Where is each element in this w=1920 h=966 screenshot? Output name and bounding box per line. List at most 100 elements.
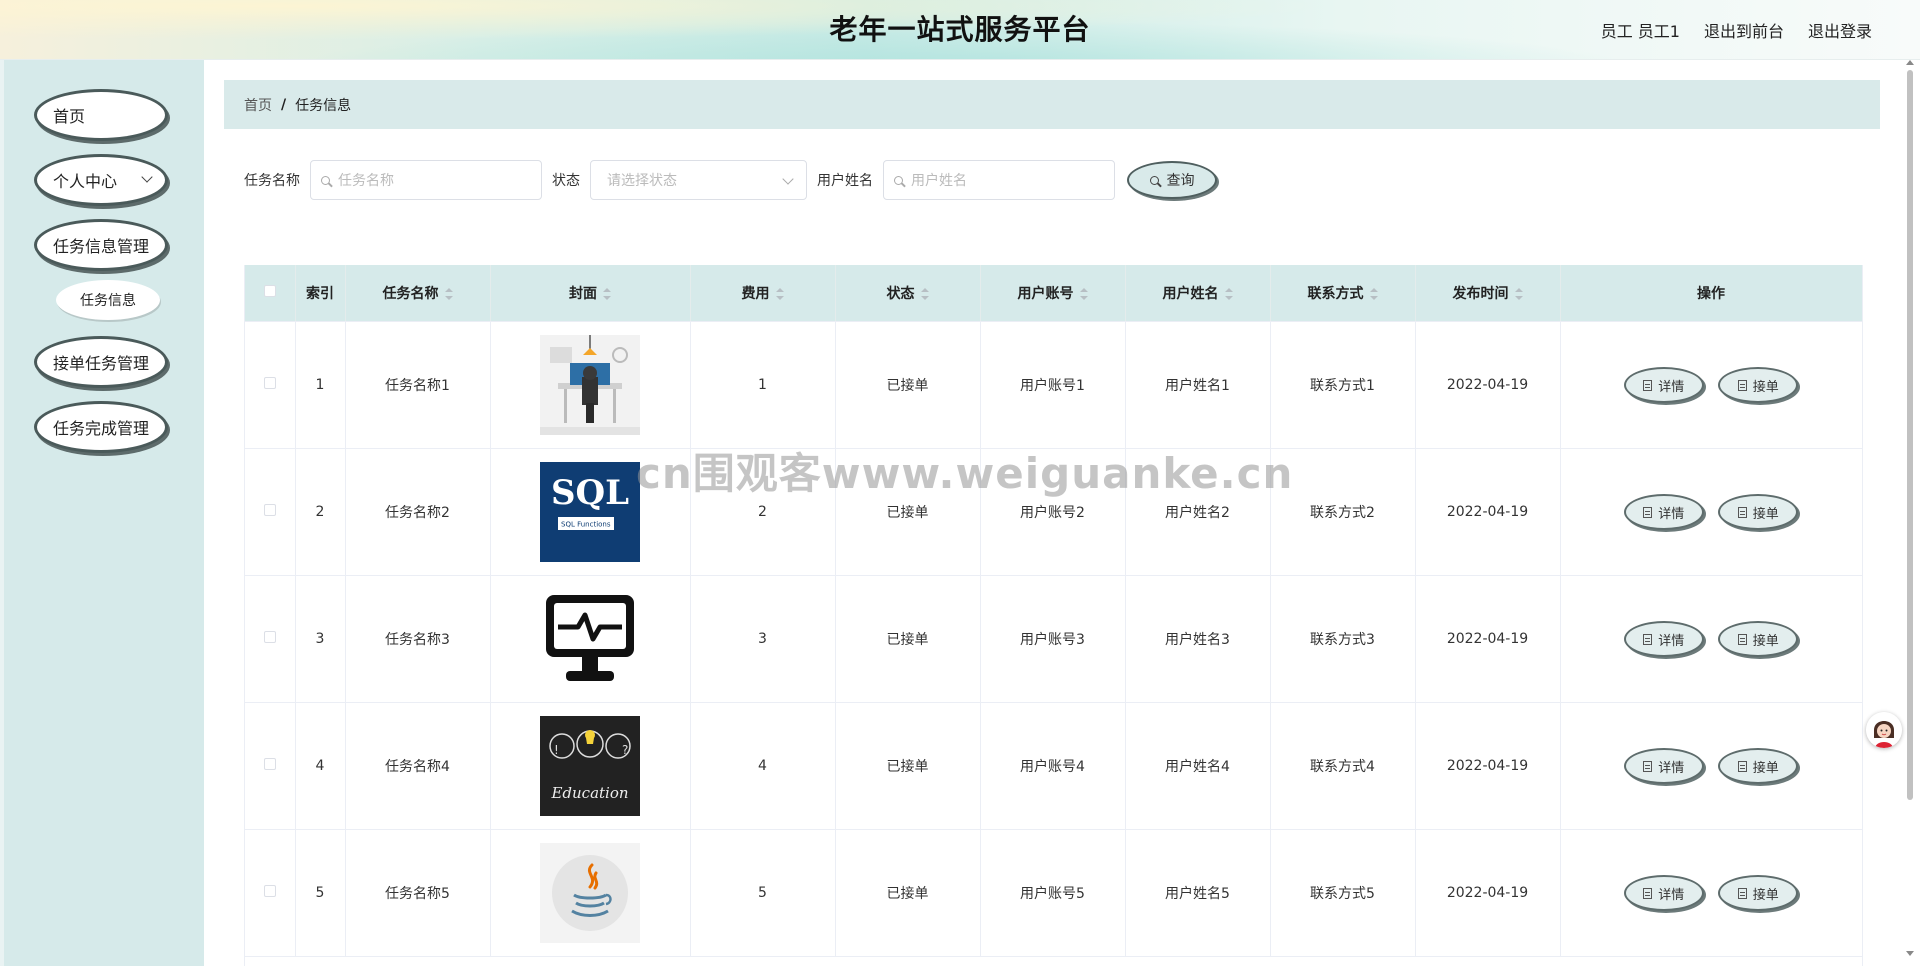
status-select[interactable]: 请选择状态: [590, 160, 807, 200]
task-name-input[interactable]: 任务名称: [310, 160, 542, 200]
cell-contact: 联系方式2: [1270, 448, 1416, 576]
detail-button[interactable]: 详情: [1623, 494, 1704, 530]
cell-cover: ! ? Education: [490, 702, 691, 830]
svg-text:!: !: [554, 743, 559, 757]
header-publish-time[interactable]: 发布时间: [1415, 265, 1561, 322]
back-to-front-link[interactable]: 退出到前台: [1704, 18, 1784, 42]
accept-button[interactable]: 接单: [1718, 621, 1799, 657]
education-chalkboard-image: ! ? Education: [540, 716, 640, 816]
detail-button[interactable]: 详情: [1623, 621, 1704, 657]
sidebar-subitem-task-info[interactable]: 任务信息: [56, 280, 160, 320]
cell-user-name: 用户姓名1: [1125, 321, 1271, 449]
education-cover-text: Education: [550, 784, 628, 802]
cell-fee: 5: [690, 829, 836, 957]
cell-status: 已接单: [835, 575, 981, 703]
task-table: 索引 任务名称 封面 费用 状态 用户账号 用户姓名 联系方式 发布时间 操作 …: [244, 265, 1863, 966]
accept-button[interactable]: 接单: [1718, 494, 1799, 530]
detail-button-label: 详情: [1658, 633, 1685, 649]
detail-button[interactable]: 详情: [1623, 875, 1704, 911]
sidebar-item-label: 任务信息: [80, 293, 136, 309]
row-checkbox[interactable]: [263, 377, 276, 389]
header-user-name[interactable]: 用户姓名: [1125, 265, 1271, 322]
cell-status: 已接单: [835, 829, 981, 957]
sort-icon[interactable]: [1224, 288, 1233, 300]
header-label: 用户姓名: [1162, 286, 1219, 302]
logout-link[interactable]: 退出登录: [1808, 18, 1872, 42]
cell-cover: [490, 321, 691, 449]
detail-button-label: 详情: [1658, 760, 1685, 776]
task-name-label: 任务名称: [244, 173, 300, 189]
sidebar-item-task-completion-management[interactable]: 任务完成管理: [34, 401, 168, 453]
document-icon: [1737, 379, 1747, 391]
sort-icon[interactable]: [1514, 288, 1523, 300]
sort-icon[interactable]: [1079, 288, 1088, 300]
row-checkbox[interactable]: [263, 504, 276, 516]
sidebar-item-label: 任务信息管理: [53, 237, 150, 256]
document-icon: [1643, 379, 1653, 391]
sort-icon[interactable]: [444, 288, 453, 300]
header-fee[interactable]: 费用: [690, 265, 836, 322]
detail-button[interactable]: 详情: [1623, 748, 1704, 784]
detail-button-label: 详情: [1658, 379, 1685, 395]
sidebar-item-personal-center[interactable]: 个人中心: [34, 154, 168, 206]
scroll-down-icon[interactable]: [1906, 951, 1914, 956]
header-label: 联系方式: [1307, 286, 1364, 302]
header-user-account[interactable]: 用户账号: [980, 265, 1126, 322]
header-label: 发布时间: [1452, 286, 1509, 302]
cell-task-name: 任务名称4: [345, 702, 491, 830]
breadcrumb: 首页 / 任务信息: [224, 80, 1880, 129]
chevron-down-icon: [782, 173, 794, 185]
table-row: 5 任务名称5 5 已接单 用户账号5 用户姓名5 联系方式5 2022-04-…: [245, 829, 1862, 957]
accept-button[interactable]: 接单: [1718, 748, 1799, 784]
sort-icon[interactable]: [1369, 288, 1378, 300]
header-label: 费用: [741, 286, 770, 302]
sql-cover-subtext: SQL Functions: [561, 521, 611, 529]
accept-button[interactable]: 接单: [1718, 875, 1799, 911]
sidebar-item-task-info-management[interactable]: 任务信息管理: [34, 219, 168, 271]
cell-publish-time: 2022-04-19: [1415, 702, 1561, 830]
accept-button[interactable]: 接单: [1718, 367, 1799, 403]
user-label: 员工 员工1: [1600, 22, 1680, 41]
query-button[interactable]: 查询: [1127, 161, 1217, 199]
select-all-cell: [245, 265, 296, 322]
detail-button[interactable]: 详情: [1623, 367, 1704, 403]
scrollbar-thumb[interactable]: [1907, 70, 1913, 800]
sidebar-item-accepted-task-management[interactable]: 接单任务管理: [34, 336, 168, 388]
cell-fee: 2: [690, 448, 836, 576]
row-checkbox[interactable]: [263, 885, 276, 897]
header-cover[interactable]: 封面: [490, 265, 691, 322]
task-name-placeholder: 任务名称: [338, 173, 394, 189]
table-row: 3 任务名称3 3 已接单 用户账号3 用户姓名3 联系方式3 2022-04-…: [245, 575, 1862, 703]
document-icon: [1737, 760, 1747, 772]
cell-status: 已接单: [835, 321, 981, 449]
chevron-down-icon: [141, 171, 153, 183]
assistant-avatar-icon[interactable]: [1866, 712, 1902, 748]
row-checkbox[interactable]: [263, 631, 276, 643]
breadcrumb-separator: /: [281, 96, 287, 113]
sidebar-item-home[interactable]: 首页: [34, 89, 168, 141]
cell-contact: 联系方式4: [1270, 702, 1416, 830]
header-label: 用户账号: [1017, 286, 1074, 302]
header-contact[interactable]: 联系方式: [1270, 265, 1416, 322]
select-all-checkbox[interactable]: [263, 285, 276, 297]
header-status[interactable]: 状态: [835, 265, 981, 322]
row-checkbox[interactable]: [263, 758, 276, 770]
cell-task-name: 任务名称3: [345, 575, 491, 703]
header-task-name[interactable]: 任务名称: [345, 265, 491, 322]
cell-fee: 1: [690, 321, 836, 449]
header-actions: 操作: [1560, 265, 1862, 322]
header-label: 状态: [886, 286, 915, 302]
sort-icon[interactable]: [603, 288, 611, 300]
cell-task-name: 任务名称5: [345, 829, 491, 957]
cell-publish-time: 2022-04-19: [1415, 829, 1561, 957]
breadcrumb-home[interactable]: 首页: [244, 95, 272, 115]
status-placeholder: 请选择状态: [607, 173, 677, 189]
page-scrollbar[interactable]: [1904, 60, 1916, 966]
sort-icon[interactable]: [920, 288, 929, 300]
sidebar-item-label: 任务完成管理: [53, 419, 150, 438]
scroll-up-icon[interactable]: [1906, 60, 1914, 65]
sort-icon[interactable]: [775, 288, 784, 300]
cell-contact: 联系方式1: [1270, 321, 1416, 449]
user-name-input[interactable]: 用户姓名: [883, 160, 1115, 200]
monitor-icon-image: [540, 589, 640, 689]
